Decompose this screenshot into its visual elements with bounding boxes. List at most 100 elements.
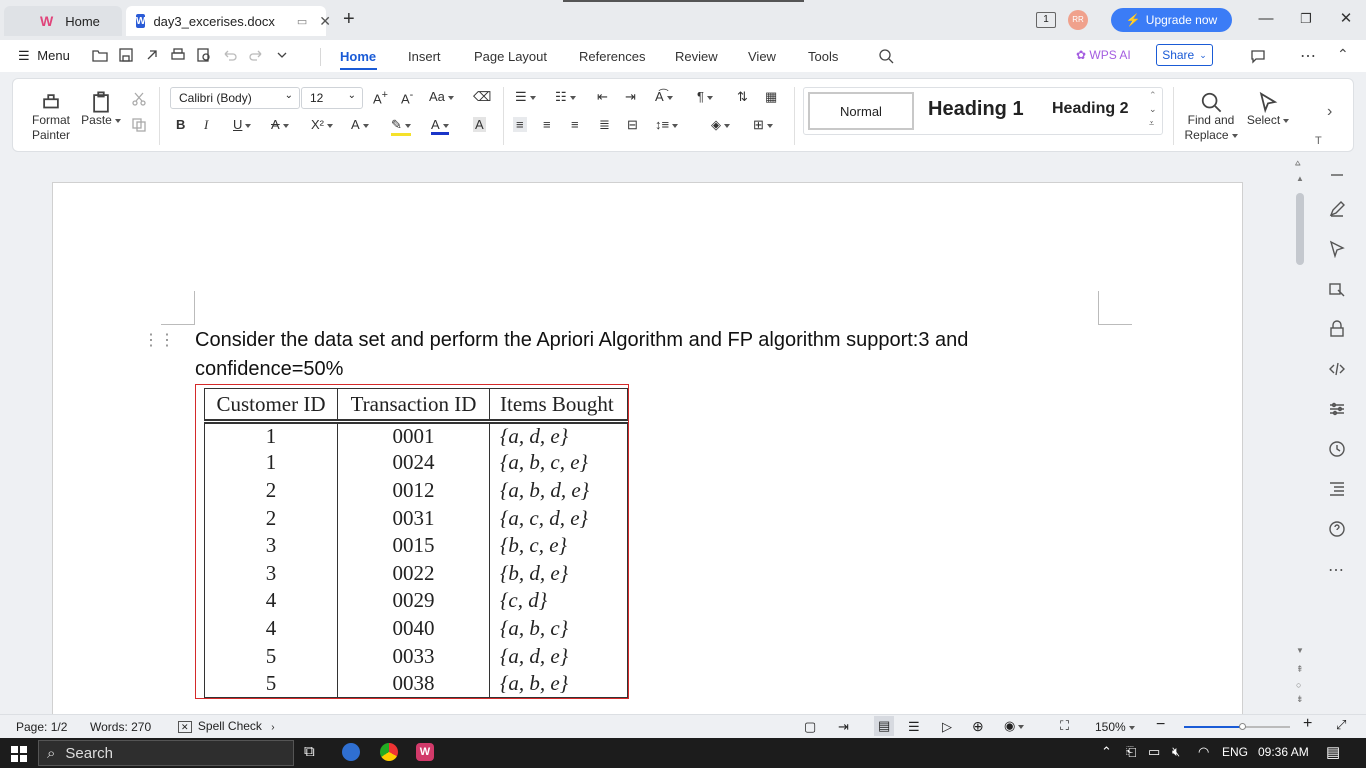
more-options-icon[interactable]: ⋯ xyxy=(1300,46,1316,66)
wps-ai-button[interactable]: ✿ WPS AI xyxy=(1076,48,1131,62)
align-right-icon[interactable]: ≡ xyxy=(571,117,579,132)
chrome-icon[interactable] xyxy=(380,743,398,761)
web-layout-icon[interactable]: ⇥ xyxy=(838,719,849,735)
zoom-slider[interactable] xyxy=(1184,723,1290,730)
columns-icon[interactable]: ▦ xyxy=(765,89,777,105)
windows-start-icon[interactable] xyxy=(11,746,27,762)
battery-icon[interactable]: ▭ xyxy=(1148,744,1160,760)
more-quick-access-icon[interactable] xyxy=(274,47,290,63)
page-count[interactable]: Page: 1/2 xyxy=(16,720,67,734)
tab-document[interactable]: W day3_excerises.docx ▭ ✕ xyxy=(126,6,331,36)
tab-page-layout[interactable]: Page Layout xyxy=(474,49,547,64)
eye-protection-icon[interactable]: ◉ xyxy=(1004,718,1025,734)
sort-icon[interactable]: ⇅ xyxy=(737,89,748,105)
tab-view[interactable]: View xyxy=(748,49,776,64)
format-painter-button[interactable]: Format Painter xyxy=(27,91,75,143)
restore-button[interactable]: ❐ xyxy=(1296,9,1316,29)
history-icon[interactable] xyxy=(1328,440,1348,460)
align-center-icon[interactable]: ≡ xyxy=(543,117,551,132)
zoom-select[interactable]: 150% xyxy=(1095,720,1135,734)
fullscreen-icon[interactable]: ⤢ xyxy=(1336,717,1346,733)
outline-view-icon[interactable]: ☰ xyxy=(908,719,920,735)
borders-icon[interactable]: ⊞ xyxy=(753,117,773,133)
body-paragraph[interactable]: Consider the data set and perform the Ap… xyxy=(195,326,1095,384)
pointer-icon[interactable] xyxy=(1328,240,1348,260)
input-language[interactable]: ENG xyxy=(1222,745,1248,759)
task-view-icon[interactable]: ⧉ xyxy=(304,743,315,760)
tray-chevron-icon[interactable]: ⌃ xyxy=(1101,744,1112,760)
outline-icon[interactable] xyxy=(1328,480,1348,500)
notification-icon[interactable]: ▤ xyxy=(1326,743,1340,761)
play-icon[interactable]: ▷ xyxy=(942,719,952,735)
styles-scroll-down-icon[interactable]: ⌄ xyxy=(1149,104,1157,115)
bold-icon[interactable]: B xyxy=(176,117,185,132)
italic-icon[interactable]: I xyxy=(204,117,208,133)
style-heading-1[interactable]: Heading 1 xyxy=(928,98,1024,121)
lock-icon[interactable] xyxy=(1328,320,1348,340)
scroll-top-icon[interactable]: ⩠ xyxy=(1295,158,1300,169)
zoom-out-icon[interactable]: − xyxy=(1156,716,1165,734)
search-icon[interactable] xyxy=(878,48,894,64)
cut-icon[interactable] xyxy=(131,91,147,107)
text-direction-icon[interactable]: A͡ xyxy=(655,89,673,104)
spell-check-button[interactable]: ✕ Spell Check › xyxy=(178,719,275,733)
styles-expand-icon[interactable]: ⩡ xyxy=(1149,118,1154,129)
app-edge-icon[interactable] xyxy=(342,743,360,761)
taskbar-search[interactable]: ⌕ Search xyxy=(38,740,294,766)
tab-home[interactable]: W Home xyxy=(4,6,122,36)
collapse-ribbon-icon[interactable]: ⌃ xyxy=(1337,46,1349,63)
save-icon[interactable] xyxy=(118,47,134,63)
avatar[interactable]: RR xyxy=(1068,10,1088,30)
line-spacing-icon[interactable]: ↕≡ xyxy=(655,117,679,132)
styles-scroll-up-icon[interactable]: ⌃ xyxy=(1149,90,1157,101)
tab-insert[interactable]: Insert xyxy=(408,49,441,64)
style-heading-2[interactable]: Heading 2 xyxy=(1052,100,1128,118)
select-button[interactable]: Select xyxy=(1245,91,1291,128)
increase-indent-icon[interactable]: ⇥ xyxy=(625,89,636,105)
share-button[interactable]: Share ⌄ xyxy=(1156,44,1213,66)
tab-review[interactable]: Review xyxy=(675,49,718,64)
close-window-button[interactable]: ✕ xyxy=(1336,9,1356,29)
highlight-icon[interactable]: ✎ xyxy=(391,117,411,136)
scrollbar-thumb[interactable] xyxy=(1296,193,1304,265)
character-shading-icon[interactable]: A xyxy=(473,117,486,132)
shrink-font-icon[interactable]: A- xyxy=(401,89,413,106)
menu-button[interactable]: ☰ Menu xyxy=(18,48,70,64)
text-effect-icon[interactable]: A xyxy=(351,117,369,132)
fit-page-icon[interactable]: ⛶ xyxy=(1060,718,1069,734)
code-icon[interactable] xyxy=(1328,360,1348,380)
distributed-icon[interactable]: ⊟ xyxy=(627,117,638,133)
wps-taskbar-icon[interactable]: W xyxy=(416,743,434,761)
font-size-select[interactable]: 12 ⌄ xyxy=(301,87,363,109)
print-icon[interactable] xyxy=(170,47,186,63)
volume-muted-icon[interactable]: 🔇︎ xyxy=(1172,744,1180,760)
paragraph-mark-icon[interactable]: ¶ xyxy=(697,89,713,104)
globe-icon[interactable]: ⊕ xyxy=(972,718,984,735)
tab-home-ribbon[interactable]: Home xyxy=(340,49,376,64)
tab-references[interactable]: References xyxy=(579,49,645,64)
wifi-icon[interactable]: ◠ xyxy=(1198,744,1209,760)
open-folder-icon[interactable] xyxy=(92,47,108,63)
tab-tools[interactable]: Tools xyxy=(808,49,838,64)
read-mode-icon[interactable]: ▢ xyxy=(804,719,816,735)
next-page-icon[interactable]: ⇟ xyxy=(1296,694,1304,705)
scroll-up-icon[interactable]: ▲ xyxy=(1296,174,1304,183)
tab-restore-icon[interactable]: ▭ xyxy=(297,15,307,28)
page-view-icon[interactable]: ▤ xyxy=(874,716,895,736)
font-color-icon[interactable]: A xyxy=(431,117,449,135)
pen-icon[interactable] xyxy=(1328,200,1348,220)
tray-device-icon[interactable]: ⎗ xyxy=(1126,744,1136,760)
paste-button[interactable]: Paste xyxy=(81,91,121,128)
drag-handle-icon[interactable]: ⋮⋮ xyxy=(143,330,175,350)
panel-minimize-icon[interactable] xyxy=(1328,166,1348,186)
underline-icon[interactable]: U xyxy=(233,117,252,132)
redo-icon[interactable] xyxy=(248,47,264,63)
settings-sliders-icon[interactable] xyxy=(1328,400,1348,420)
font-name-select[interactable]: Calibri (Body) ⌄ xyxy=(170,87,300,109)
find-replace-button[interactable]: Find and Replace xyxy=(1181,91,1241,143)
grow-font-icon[interactable]: A+ xyxy=(373,89,388,106)
page-count-indicator[interactable]: 1 xyxy=(1036,12,1056,28)
upgrade-now-button[interactable]: ⚡ Upgrade now xyxy=(1111,8,1232,32)
new-tab-button[interactable]: + xyxy=(343,8,355,31)
justify-icon[interactable]: ≣ xyxy=(599,117,610,133)
